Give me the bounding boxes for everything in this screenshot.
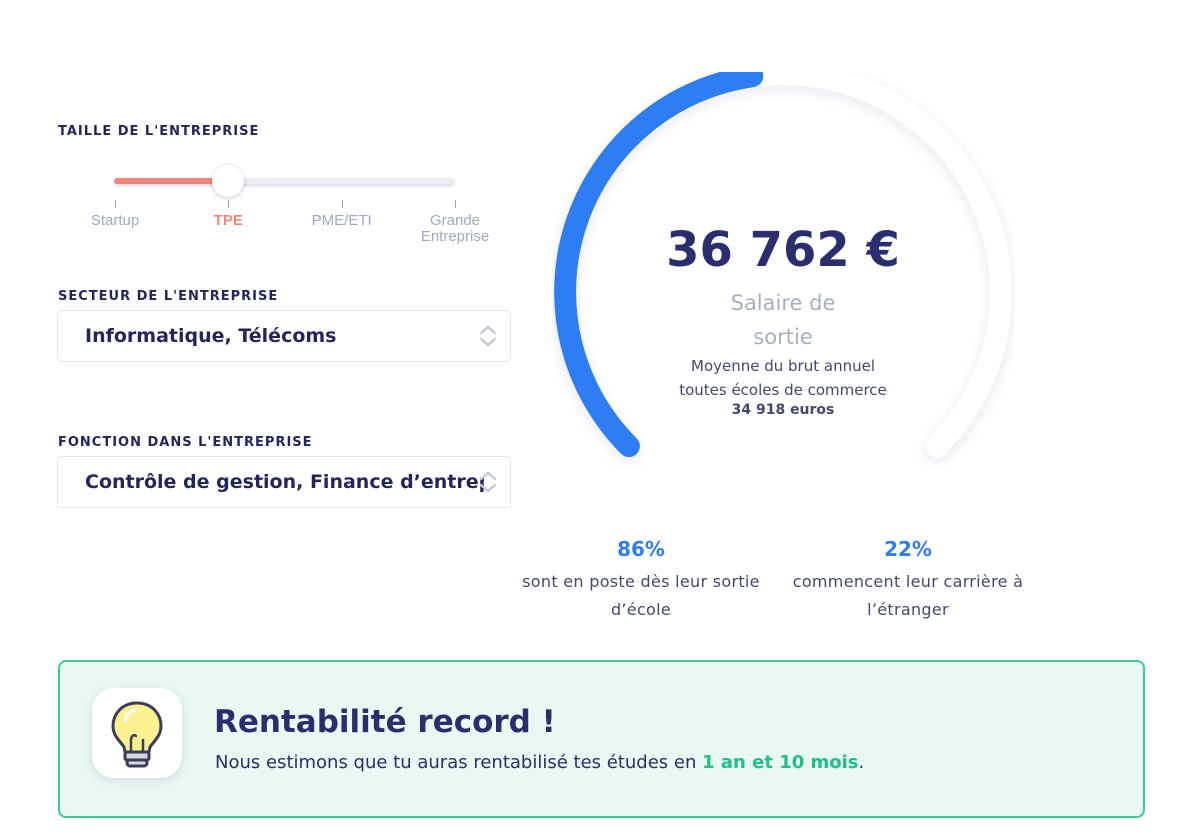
function-select[interactable]: Contrôle de gestion, Finance d’entrepris… [57, 456, 511, 508]
banner-highlight: 1 an et 10 mois [702, 752, 859, 773]
stat-employment: 86% sont en poste dès leur sortie d’écol… [501, 536, 781, 624]
salary-average-line1: Moyenne du brut annuel [691, 357, 875, 375]
stat-employment-text: sont en poste dès leur sortie d’école [522, 572, 760, 619]
company-size-label: TAILLE DE L'ENTREPRISE [58, 124, 260, 139]
lightbulb-icon [92, 688, 182, 778]
banner-text: Nous estimons que tu auras rentabilisé t… [215, 752, 864, 773]
banner-title: Rentabilité record ! [214, 704, 556, 740]
slider-option-startup[interactable]: Startup [60, 213, 170, 229]
banner-text-before: Nous estimons que tu auras rentabilisé t… [215, 752, 703, 773]
chevron-updown-icon [478, 470, 498, 494]
slider-tick [455, 200, 456, 208]
salary-caption: Salaire de sortie [730, 291, 836, 349]
slider-option-pme-eti[interactable]: PME/ETI [287, 213, 397, 229]
function-select-value: Contrôle de gestion, Finance d’entrepris… [85, 471, 484, 493]
salary-average-value: 34 918 euros [731, 402, 835, 418]
chevron-updown-icon [478, 324, 498, 348]
sector-label: SECTEUR DE L'ENTREPRISE [58, 289, 279, 304]
slider-option-grande-entreprise[interactable]: Grande Entreprise [400, 213, 510, 245]
slider-thumb[interactable] [212, 165, 245, 197]
stat-abroad-pct: 22% [884, 537, 932, 561]
sector-select[interactable]: Informatique, Télécoms [57, 310, 511, 362]
function-label: FONCTION DANS L'ENTREPRISE [58, 435, 313, 450]
profitability-banner: Rentabilité record ! Nous estimons que t… [58, 660, 1145, 818]
slider-option-tpe[interactable]: TPE [173, 213, 283, 229]
slider-tick [115, 200, 116, 208]
stat-employment-pct: 86% [617, 537, 665, 561]
slider-tick [228, 200, 230, 208]
company-size-slider[interactable]: Startup TPE PME/ETI Grande Entreprise [91, 165, 489, 256]
sector-select-value: Informatique, Télécoms [85, 325, 337, 347]
stat-abroad: 22% commencent leur carrière à l’étrange… [768, 536, 1048, 624]
slider-tick [341, 200, 343, 208]
banner-text-after: . [858, 752, 865, 773]
stat-abroad-text: commencent leur carrière à l’étranger [792, 572, 1024, 619]
salary-gauge: 36 762 € Salaire de sortie Moyenne du br… [552, 72, 1014, 472]
salary-average-line2: toutes écoles de commerce [679, 381, 887, 399]
slider-fill [114, 178, 229, 184]
salary-value: 36 762 € [666, 222, 900, 278]
salary-average-note: Moyenne du brut annuel toutes écoles de … [633, 354, 933, 402]
